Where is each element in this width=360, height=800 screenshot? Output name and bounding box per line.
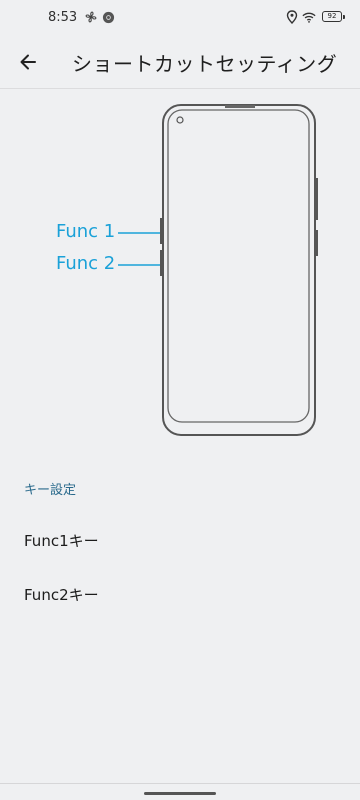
location-icon <box>285 10 299 24</box>
func1-callout: Func 1 <box>56 221 116 242</box>
phone-illustration: Func 1 Func 2 <box>0 100 360 440</box>
list-item-func1-key[interactable]: Func1キー <box>0 514 360 568</box>
nav-divider <box>0 783 360 784</box>
list-item-label: Func2キー <box>24 586 99 604</box>
page-title: ショートカットセッティング <box>72 52 338 76</box>
shortcut-settings-screen: 8:53 92 ショートカットセッティング Func 1 Func 2 キー設定… <box>0 0 360 800</box>
section-header-key-settings: キー設定 <box>24 483 77 498</box>
chrome-icon <box>101 10 115 24</box>
status-time: 8:53 <box>48 10 78 25</box>
list-item-label: Func1キー <box>24 532 99 550</box>
func2-callout: Func 2 <box>56 253 116 274</box>
battery-icon: 92 <box>322 11 345 22</box>
wifi-icon <box>302 10 316 24</box>
list-item-func2-key[interactable]: Func2キー <box>0 568 360 622</box>
arrow-left-icon <box>20 54 36 70</box>
fan-icon <box>84 10 98 24</box>
app-bar: ショートカットセッティング <box>0 36 360 89</box>
status-bar: 8:53 92 <box>0 0 360 36</box>
back-button[interactable] <box>12 46 44 78</box>
phone-outline-drawing <box>118 104 318 436</box>
home-gesture-handle[interactable] <box>144 792 216 795</box>
